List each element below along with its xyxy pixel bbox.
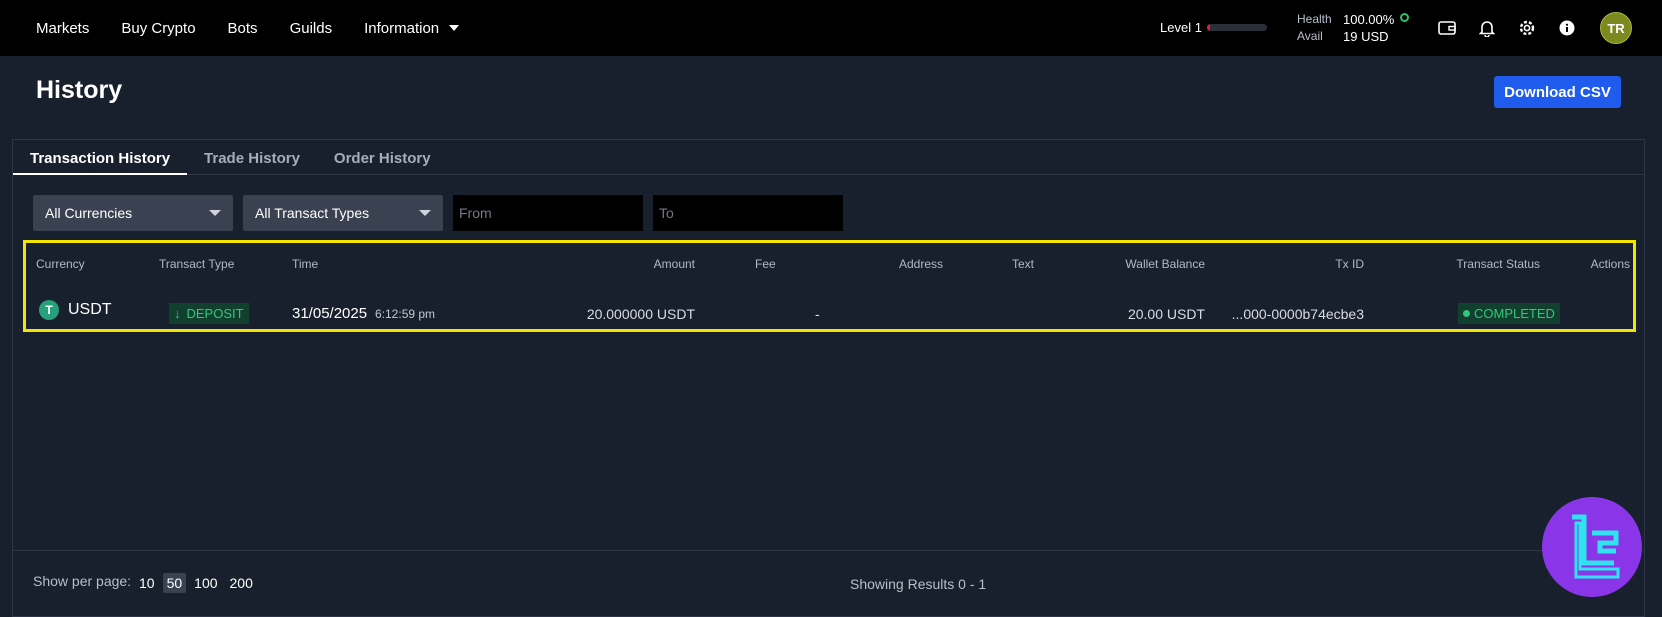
header-currency[interactable]: Currency: [36, 257, 85, 271]
level-progress-bar: [1206, 24, 1267, 31]
per-page-options: 10 50 100 200: [135, 573, 261, 593]
deposit-badge-label: DEPOSIT: [186, 306, 244, 321]
level-label: Level 1: [1160, 20, 1202, 35]
results-count: Showing Results 0 - 1: [850, 576, 987, 592]
nav-bots[interactable]: Bots: [228, 20, 258, 37]
level-progress-fill: [1206, 24, 1210, 31]
avail-value: 19 USD: [1343, 29, 1389, 44]
header-amount[interactable]: Amount: [654, 257, 695, 271]
filters-bar: All Currencies All Transact Types: [33, 195, 853, 231]
status-badge: COMPLETED: [1458, 303, 1560, 324]
per-page-10[interactable]: 10: [135, 573, 159, 593]
wallet-icon[interactable]: [1436, 17, 1458, 39]
info-icon[interactable]: [1556, 17, 1578, 39]
header-text[interactable]: Text: [1012, 257, 1034, 271]
gear-icon[interactable]: [1516, 17, 1538, 39]
avatar[interactable]: TR: [1600, 12, 1632, 44]
caret-down-icon: [209, 210, 221, 216]
nav-information[interactable]: Information: [364, 19, 460, 37]
header-fee[interactable]: Fee: [755, 257, 776, 271]
top-navbar: Markets Buy Crypto Bots Guilds Informati…: [0, 0, 1662, 56]
health-value-text: 100.00%: [1343, 12, 1395, 27]
history-tabs: Transaction History Trade History Order …: [13, 140, 1644, 175]
footer-divider: [13, 550, 1644, 551]
row-fee: -: [815, 306, 820, 322]
brand-logo-icon: [1542, 497, 1642, 597]
per-page-100[interactable]: 100: [190, 573, 221, 593]
page-title: History: [36, 76, 123, 104]
row-date: 31/05/2025: [292, 305, 368, 322]
health-status-icon: [1400, 13, 1410, 22]
row-amount: 20.000000 USDT: [586, 306, 695, 322]
currency-select-value: All Currencies: [45, 205, 133, 221]
tab-trade-history[interactable]: Trade History: [187, 140, 317, 175]
usdt-coin-icon: T: [39, 300, 59, 320]
header-time[interactable]: Time: [292, 257, 318, 271]
chevron-down-icon: [449, 25, 460, 31]
transact-type-select-value: All Transact Types: [255, 205, 370, 221]
nav-guilds[interactable]: Guilds: [290, 20, 333, 37]
header-actions: Actions: [1590, 257, 1630, 271]
to-date-input[interactable]: [653, 195, 843, 231]
row-wallet-balance: 20.00 USDT: [1127, 306, 1205, 322]
health-value: 100.00%: [1343, 11, 1410, 28]
main-nav: Markets Buy Crypto Bots Guilds Informati…: [0, 20, 491, 37]
per-page-200[interactable]: 200: [226, 573, 257, 593]
header-transact-type[interactable]: Transact Type: [159, 257, 234, 271]
from-date-input[interactable]: [453, 195, 643, 231]
download-csv-button[interactable]: Download CSV: [1494, 76, 1621, 108]
history-panel: Transaction History Trade History Order …: [12, 139, 1645, 617]
per-page-label: Show per page:: [33, 573, 132, 589]
bell-icon[interactable]: [1476, 17, 1498, 39]
highlight-box: [23, 240, 1636, 332]
level-indicator: Level 1: [1160, 20, 1267, 35]
header-address[interactable]: Address: [899, 257, 943, 271]
transact-type-select[interactable]: All Transact Types: [243, 195, 443, 231]
top-icons: [1436, 17, 1596, 39]
header-tx-id[interactable]: Tx ID: [1335, 257, 1364, 271]
row-time: 6:12:59 pm: [375, 307, 436, 321]
account-stats: Health 100.00% Avail 19 USD: [1297, 11, 1410, 45]
health-label: Health: [1297, 12, 1332, 26]
per-page-50[interactable]: 50: [162, 573, 187, 593]
avail-label: Avail: [1297, 29, 1323, 43]
tab-transaction-history[interactable]: Transaction History: [13, 140, 188, 175]
status-badge-label: COMPLETED: [1474, 306, 1555, 321]
caret-down-icon: [419, 210, 431, 216]
header-wallet-balance[interactable]: Wallet Balance: [1125, 257, 1205, 271]
tab-order-history[interactable]: Order History: [317, 140, 448, 175]
currency-select[interactable]: All Currencies: [33, 195, 233, 231]
status-dot-icon: [1463, 310, 1470, 317]
nav-buy-crypto[interactable]: Buy Crypto: [121, 20, 195, 37]
header-transact-status[interactable]: Transact Status: [1456, 257, 1540, 271]
nav-markets[interactable]: Markets: [36, 20, 89, 37]
nav-information-label: Information: [364, 19, 440, 37]
row-currency: USDT: [68, 301, 112, 318]
row-tx-id[interactable]: ...000-0000b74ecbe3: [1232, 306, 1364, 322]
arrow-down-icon: ↓: [174, 306, 181, 321]
deposit-badge: ↓ DEPOSIT: [169, 303, 249, 324]
